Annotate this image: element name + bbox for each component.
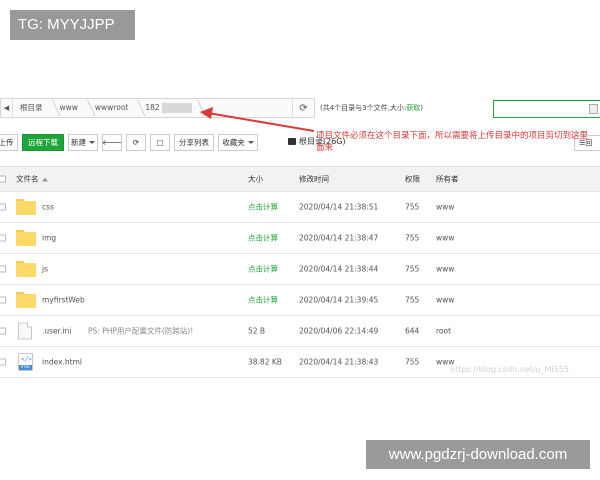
refresh-icon[interactable]: ⟳ (292, 99, 314, 117)
column-header-perm[interactable]: 权限 (405, 174, 420, 185)
chevron-down-icon (247, 140, 254, 144)
summary-text: (共4个目录与3个文件,大小: (320, 104, 407, 112)
column-header-name[interactable]: 文件名 (16, 174, 48, 185)
file-icon (18, 322, 32, 340)
refresh-icon[interactable]: ⟳ (126, 133, 146, 151)
table-row[interactable]: css 点击计算 2020/04/14 21:38:51 755 www (0, 192, 600, 223)
file-name[interactable]: css (42, 203, 54, 212)
table-row[interactable]: .user.ini PS: PHP用户配置文件(防跨站)! 52 B 2020/… (0, 316, 600, 347)
file-name[interactable]: js (42, 265, 48, 274)
calc-size-link[interactable]: 点击计算 (248, 233, 278, 244)
owner[interactable]: www (436, 234, 454, 243)
row-checkbox[interactable] (0, 296, 6, 304)
terminal-icon[interactable]: ▢ (150, 133, 170, 151)
sort-asc-icon (41, 177, 48, 182)
modified-time: 2020/04/14 21:38:44 (299, 264, 379, 274)
file-name[interactable]: index.html (42, 358, 82, 367)
breadcrumb-item-wwwroot[interactable]: wwwroot (88, 99, 138, 117)
site-watermark: www.pgdzrj-download.com (366, 440, 590, 469)
file-name[interactable]: .user.ini (42, 327, 71, 336)
redacted-block (161, 103, 192, 113)
column-header-size[interactable]: 大小 (248, 174, 263, 185)
search-button[interactable] (589, 104, 598, 114)
row-checkbox[interactable] (0, 203, 6, 211)
table-row[interactable]: js 点击计算 2020/04/14 21:38:44 755 www (0, 254, 600, 285)
faint-watermark: https://blog.csdn.net/u_Mi555 (450, 365, 570, 374)
file-size: 52 B (248, 326, 266, 336)
file-name[interactable]: myfirstWeb (42, 296, 85, 305)
column-header-owner[interactable]: 所有者 (436, 174, 459, 185)
file-size: 38.82 KB (248, 357, 282, 367)
row-checkbox[interactable] (0, 265, 6, 273)
permission[interactable]: 644 (405, 327, 419, 336)
permission[interactable]: 755 (405, 265, 419, 274)
select-all-checkbox[interactable] (0, 175, 6, 183)
breadcrumb: ◀ 根目录 www wwwroot 182 ⟳ (0, 98, 315, 118)
table-row[interactable]: img 点击计算 2020/04/14 21:38:47 755 www (0, 223, 600, 254)
folder-icon (16, 230, 36, 246)
permission[interactable]: 755 (405, 234, 419, 243)
calc-size-link[interactable]: 点击计算 (248, 295, 278, 306)
owner[interactable]: root (436, 327, 451, 336)
folder-icon (16, 292, 36, 308)
arrow-left-icon[interactable]: 🡐 (102, 133, 122, 151)
row-checkbox[interactable] (0, 327, 6, 335)
breadcrumb-item-site[interactable]: 182 (138, 99, 198, 117)
owner[interactable]: www (436, 203, 454, 212)
modified-time: 2020/04/14 21:38:43 (299, 357, 379, 367)
row-checkbox[interactable] (0, 234, 6, 242)
hard-disk-icon (288, 138, 296, 145)
modified-time: 2020/04/14 21:38:51 (299, 202, 379, 212)
file-toolbar: 上传 远程下载 新建 🡐 ⟳ ▢ 分享列表 收藏夹 (0, 133, 262, 151)
breadcrumb-item-site-label: 182 (145, 103, 160, 112)
folder-icon (16, 261, 36, 277)
new-button[interactable]: 新建 (68, 133, 98, 151)
annotation-text: 项目文件必须在这个目录下面，所以需要将上传目录中的项目剪切到这里面来 (316, 131, 589, 153)
summary-fetch-link[interactable]: 获取 (406, 104, 420, 112)
modified-time: 2020/04/14 21:39:45 (299, 295, 379, 305)
table-header: 文件名 大小 修改时间 权限 所有者 (0, 166, 600, 192)
file-name[interactable]: img (42, 234, 56, 243)
calc-size-link[interactable]: 点击计算 (248, 264, 278, 275)
permission[interactable]: 755 (405, 296, 419, 305)
column-header-name-label: 文件名 (16, 174, 39, 184)
owner[interactable]: www (436, 265, 454, 274)
favorites-button-label: 收藏夹 (222, 137, 245, 147)
chevron-down-icon (89, 140, 95, 144)
html-file-icon: </> HTML (18, 353, 33, 371)
folder-icon (16, 199, 36, 215)
modified-time: 2020/04/14 21:38:47 (299, 233, 379, 243)
file-table: 文件名 大小 修改时间 权限 所有者 css 点击计算 2020/04/14 2… (0, 166, 600, 378)
summary-close: ) (420, 104, 423, 112)
back-triangle-icon[interactable]: ◀ (1, 99, 13, 117)
permission[interactable]: 755 (405, 203, 419, 212)
permission[interactable]: 755 (405, 358, 419, 367)
new-button-label: 新建 (71, 137, 86, 147)
file-note: PS: PHP用户配置文件(防跨站)! (88, 326, 194, 336)
search-input[interactable] (493, 100, 600, 118)
calc-size-link[interactable]: 点击计算 (248, 202, 278, 213)
upload-button[interactable]: 上传 (0, 133, 18, 151)
breadcrumb-item-root[interactable]: 根目录 (13, 99, 53, 117)
breadcrumb-item-www[interactable]: www (53, 99, 88, 117)
directory-summary: (共4个目录与3个文件,大小:获取) (320, 103, 423, 113)
share-list-button[interactable]: 分享列表 (174, 133, 214, 151)
tg-label-badge: TG: MYYJJPP (10, 10, 135, 40)
row-checkbox[interactable] (0, 358, 6, 366)
owner[interactable]: www (436, 296, 454, 305)
column-header-mtime[interactable]: 修改时间 (299, 174, 329, 185)
table-row[interactable]: myfirstWeb 点击计算 2020/04/14 21:39:45 755 … (0, 285, 600, 316)
favorites-button[interactable]: 收藏夹 (218, 133, 258, 151)
remote-download-button[interactable]: 远程下载 (22, 133, 64, 151)
modified-time: 2020/04/06 22:14:49 (299, 326, 379, 336)
